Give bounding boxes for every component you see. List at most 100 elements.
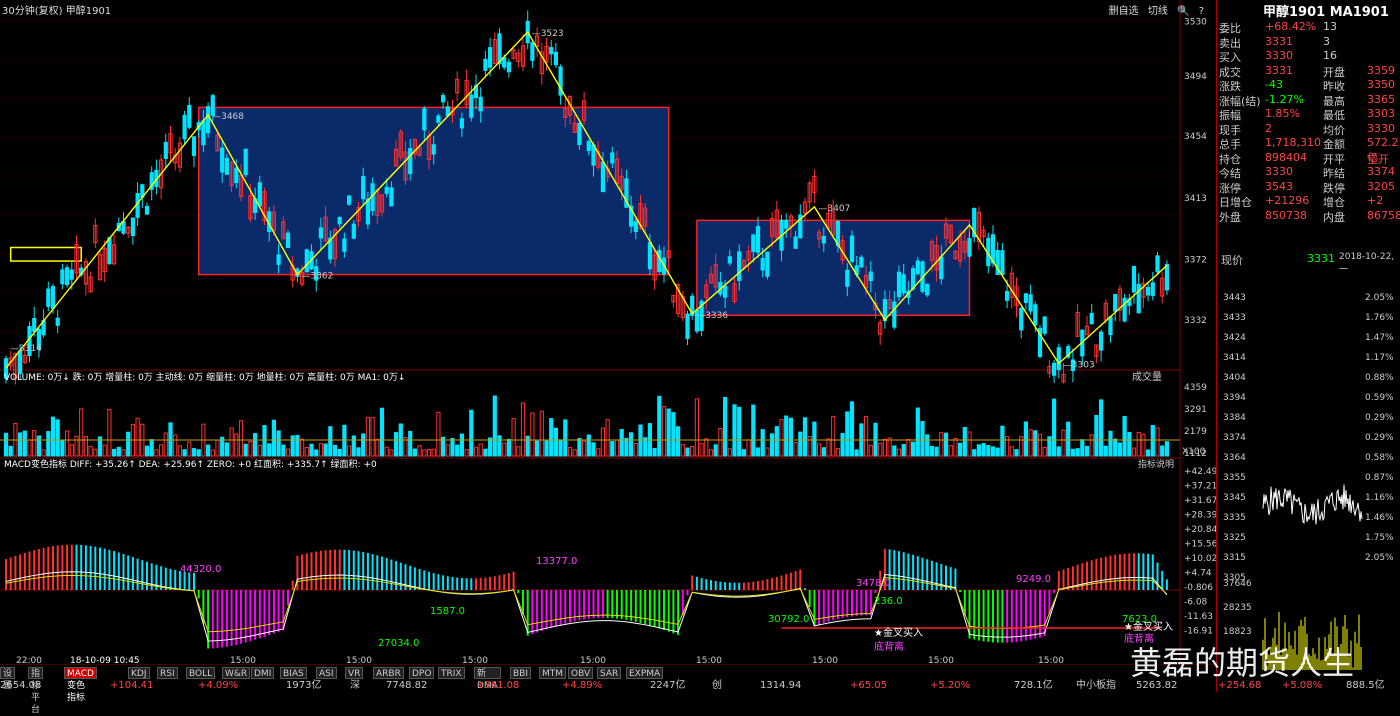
- volume-bar: [187, 441, 192, 457]
- candle-body: [285, 232, 291, 248]
- volume-bar: [238, 420, 244, 457]
- volume-bar: [22, 430, 27, 457]
- volume-panel-label: 成交量: [1132, 370, 1162, 383]
- macd-area-label: 44320.0: [180, 564, 221, 575]
- volume-bar: [1009, 446, 1014, 457]
- quote-cell: 3330: [1367, 121, 1395, 135]
- volume-bar: [182, 449, 187, 457]
- volume-bar: [723, 396, 728, 457]
- volume-bar: [215, 439, 220, 457]
- now-price-label: 现价: [1221, 254, 1243, 267]
- tab-bias[interactable]: BIAS: [280, 667, 307, 679]
- tab-wr[interactable]: W&R: [222, 667, 251, 679]
- volume-bar: [511, 417, 516, 457]
- now-price: 3331: [1307, 252, 1335, 265]
- volume-bar: [332, 444, 338, 457]
- candle-body: [868, 271, 873, 282]
- mini-pct-tick: 0.87%: [1365, 473, 1394, 483]
- candle-body: [755, 225, 761, 253]
- macd-label: MACD变色指标 DIFF: +35.26↑ DEA: +25.96↑ ZERO…: [4, 458, 377, 470]
- tab-sar[interactable]: SAR: [597, 667, 622, 679]
- tab-dpo[interactable]: DPO: [409, 667, 435, 679]
- mini-pct-tick: 1.16%: [1365, 493, 1394, 503]
- mini-pct-tick: 0.59%: [1365, 393, 1394, 403]
- volume-bar: [483, 448, 488, 457]
- candle-body: [1005, 290, 1010, 301]
- volume-bar: [619, 429, 624, 457]
- quote-row: 成交 3331 开盘 3359: [1219, 64, 1399, 79]
- quote-panel: 甲醇1901 MA1901 委比 +68.42% 13 卖出 3331 3 买入 3330 16…: [1216, 0, 1400, 692]
- mini-pct-tick: 0.88%: [1365, 373, 1394, 383]
- mini-pct-tick: 2.05%: [1365, 293, 1394, 303]
- candle-body: [821, 236, 826, 244]
- volume-bar: [422, 449, 427, 457]
- volume-bar: [558, 439, 563, 457]
- tab-dmi[interactable]: DMI: [251, 667, 275, 679]
- candle-body: [55, 317, 60, 326]
- price-tick: 3454: [1184, 132, 1207, 142]
- volume-bar: [342, 424, 347, 457]
- volume-bar: [600, 427, 605, 457]
- volume-bar: [530, 412, 535, 457]
- tab-rsi[interactable]: RSI: [157, 667, 178, 679]
- volume-bar: [638, 424, 643, 457]
- tab-arbr[interactable]: ARBR: [373, 667, 404, 679]
- volume-bar: [901, 443, 906, 457]
- volume-bar: [633, 443, 638, 457]
- candle-body: [845, 269, 850, 287]
- tab-bbi[interactable]: BBI: [510, 667, 532, 679]
- volume-bar: [826, 438, 831, 457]
- tab-macd[interactable]: MACD变色指标: [64, 667, 97, 703]
- macd-help-link[interactable]: 指标说明: [1138, 458, 1174, 470]
- candle-body: [1000, 250, 1005, 275]
- tab-expma[interactable]: EXPMA: [626, 667, 664, 679]
- tab-[interactable]: 设置: [0, 667, 16, 691]
- tab-kdj[interactable]: KDJ: [128, 667, 150, 679]
- mini-pct-tick: 0.29%: [1365, 433, 1394, 443]
- macd-area-label: 3478.0: [856, 578, 891, 589]
- volume-bar: [206, 444, 211, 457]
- volume-bar: [1061, 429, 1066, 457]
- macd-tick: +20.84: [1184, 525, 1216, 535]
- candle-body: [506, 61, 511, 73]
- volume-bar: [676, 426, 681, 457]
- volume-bar: [459, 433, 464, 457]
- candle-body: [18, 350, 23, 374]
- tab-boll[interactable]: BOLL: [186, 667, 216, 679]
- candle-body: [337, 217, 342, 225]
- candle-body: [60, 269, 65, 285]
- candlestick-chart[interactable]: —3314 —3468 —3362 —3523 —3336 —3407 —3303 4359…: [0, 0, 1216, 665]
- volume-bar: [267, 443, 272, 457]
- volume-bar: [177, 445, 183, 457]
- volume-bar: [1155, 427, 1160, 457]
- tab-mtm[interactable]: MTM: [539, 667, 567, 679]
- volume-bar: [50, 416, 56, 457]
- quote-cell: +68.42%: [1265, 20, 1317, 33]
- tab-dma[interactable]: 新DMA: [474, 667, 501, 691]
- candle-body: [925, 283, 930, 296]
- quote-cell: 3331: [1265, 34, 1293, 48]
- candle-body: [187, 104, 192, 128]
- volume-bar: [868, 444, 873, 457]
- tab-trix[interactable]: TRIX: [438, 667, 465, 679]
- volume-bar: [173, 434, 178, 457]
- mini-vol-tick: 28235: [1223, 603, 1252, 613]
- tab-asi[interactable]: ASI: [316, 667, 337, 679]
- volume-bar: [389, 449, 394, 457]
- volume-bar: [831, 416, 836, 457]
- candle-body: [342, 238, 347, 252]
- tab-[interactable]: 指标平台: [28, 667, 44, 715]
- tab-obv[interactable]: OBV: [568, 667, 594, 679]
- candle-body: [163, 141, 168, 159]
- time-label: 15:00: [696, 656, 722, 665]
- volume-bar: [224, 442, 230, 457]
- volume-bar: [817, 443, 822, 457]
- candle-body: [469, 94, 474, 118]
- volume-bar: [116, 446, 121, 457]
- volume-bar: [506, 438, 511, 457]
- macd-tick: +28.39: [1184, 511, 1216, 521]
- macd-tick: -16.91: [1184, 627, 1213, 637]
- candle-body: [361, 176, 366, 200]
- candle-body: [441, 94, 446, 103]
- tab-vr[interactable]: VR: [345, 667, 364, 679]
